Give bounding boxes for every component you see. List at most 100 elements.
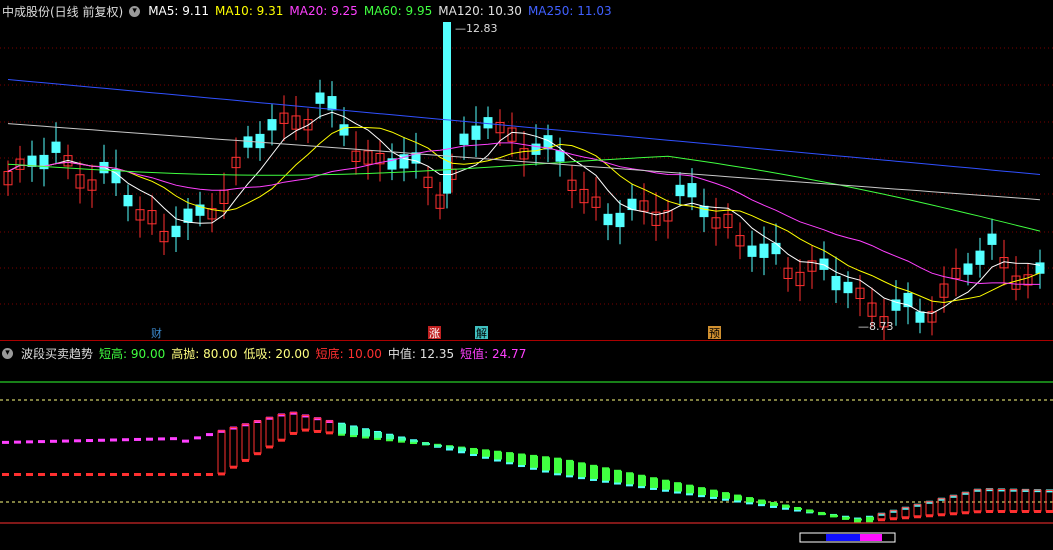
trend-bar [770,503,778,506]
candle-body [183,208,193,223]
trend-mid-dash [146,473,153,476]
trend-bar [229,427,238,468]
trend-short-dash [38,440,45,444]
indicator-param-1: 高抛: 80.00 [171,346,238,361]
trend-bar [374,431,382,438]
trend-bar [350,426,358,436]
trend-bar [217,430,226,474]
chevron-down-icon[interactable]: ▾ [2,347,13,359]
ma-legend-item-value: 9.11 [178,4,209,18]
trend-short-dash [1010,488,1017,492]
trend-bar [542,457,550,471]
indicator-legend: ▾ 波段买卖趋势 短高: 90.00 高抛: 80.00 低吸: 20.00 短底: … [2,344,532,362]
trend-short-dash [26,440,33,444]
ma-legend-item-value: 9.95 [401,4,433,18]
candle-body [687,183,697,198]
indicator-panel[interactable]: ▾ 波段买卖趋势 短高: 90.00 高抛: 80.00 低吸: 20.00 短底: … [0,342,1053,550]
candle-body [327,96,337,111]
indicator-param-value: 90.00 [127,346,166,361]
ma-legend-item-value: 11.03 [573,4,612,18]
trend-mid-dash [122,473,129,476]
ma-legend-item-value: 9.31 [252,4,284,18]
trend-mid-dash [134,473,141,476]
candle-body [675,184,685,197]
event-marker-1: 涨 [429,327,440,340]
trend-bar [482,450,490,457]
trend-bar [338,423,346,434]
candle-body [51,141,61,153]
trend-bar [949,495,958,514]
trend-short-dash [158,437,165,441]
trend-short-dash [302,414,309,418]
trend-short-dash [194,436,201,440]
trend-bar [362,429,370,437]
trend-bar [698,488,706,496]
stock-title[interactable]: 中成股份(日线 前复权) [2,3,123,20]
trend-bar [758,500,766,505]
trend-short-dash [170,437,177,441]
trend-bar [289,412,298,434]
trend-bar [590,465,598,479]
trend-bar [973,489,982,512]
candle-body [771,242,781,255]
trend-bar [830,514,838,517]
trend-mid-dash [998,510,1005,513]
candle-body [603,213,613,226]
indicator-param-2: 低吸: 20.00 [243,346,310,361]
trend-bar [638,475,646,487]
trend-bar [386,434,394,440]
ma-legend: MA5: 9.11 MA10: 9.31 MA20: 9.25 MA60: 9.95 M… [148,4,617,18]
candle-body [915,311,925,323]
trend-short-dash [314,417,321,421]
indicator-params: 短高: 90.00 高抛: 80.00 低吸: 20.00 短底: 10.00 中值: … [99,345,532,362]
trend-bar [506,453,514,463]
trend-bar [434,444,442,447]
indicator-chart[interactable] [0,342,1053,550]
trend-bar [301,414,310,431]
trend-short-dash [1034,489,1041,493]
trend-short-dash [242,423,249,427]
trend-mid-dash [86,473,93,476]
indicator-param-3: 短底: 10.00 [315,346,382,361]
candle-body [339,124,349,136]
event-marker-0: 财 [151,326,162,340]
trend-bar [734,495,742,501]
trend-mid-dash [206,473,213,476]
ma-legend-item-value: 9.25 [327,4,358,18]
panel-divider [0,340,1053,341]
candle-body [443,22,451,194]
candlestick-chart[interactable]: —12.83 —8.73 财 涨 解 预 [0,0,1053,340]
trend-mid-dash [2,473,9,476]
indicator-title[interactable]: 波段买卖趋势 [21,345,93,362]
indicator-param-value: 10.00 [343,346,382,361]
trend-bar [265,417,274,447]
trend-bar [662,480,670,490]
trend-short-dash [86,439,93,443]
main-legend: 中成股份(日线 前复权) ▾ MA5: 9.11 MA10: 9.31 MA20: … [2,2,618,20]
trend-bar [398,437,406,441]
trend-bar [650,478,658,488]
trend-bar [997,488,1006,512]
candle-body [267,119,277,131]
chevron-down-icon[interactable]: ▾ [129,5,141,17]
trend-bar [1045,489,1053,512]
candlestick-chart-panel[interactable]: —12.83 —8.73 财 涨 解 预 中成股份(日线 前复权) ▾ MA5: 9.11… [0,0,1053,340]
candle-body [27,155,37,167]
trend-bar [674,483,682,492]
candle-body [483,117,493,129]
candle-body [975,250,985,265]
trend-bar [722,493,730,499]
trend-bar [626,473,634,485]
trend-bar [925,501,934,516]
indicator-param-0: 短高: 90.00 [99,346,166,361]
trend-mid-dash [26,473,33,476]
trend-mid-dash [14,473,21,476]
indicator-param-value: 12.35 [415,346,455,361]
ma-legend-item-1: MA10: 9.31 [214,4,284,18]
trend-short-dash [206,433,213,437]
candle-body [255,133,265,149]
event-marker-3: 预 [709,327,720,340]
trend-bar [554,458,562,474]
candle-body [843,281,853,294]
trend-bar [446,446,454,449]
